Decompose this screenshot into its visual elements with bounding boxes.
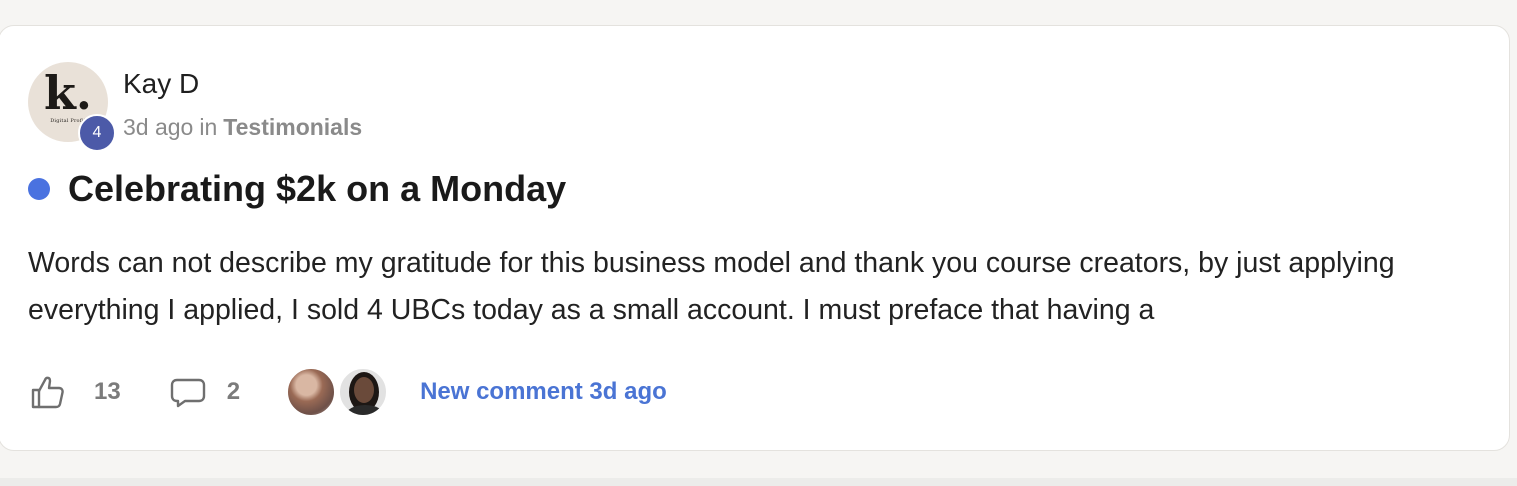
speech-bubble-icon[interactable] [169, 373, 207, 411]
category-link[interactable]: Testimonials [223, 114, 362, 140]
new-comment-link[interactable]: New comment 3d ago [420, 378, 667, 406]
commenter-avatar[interactable] [338, 367, 389, 417]
comment-count[interactable]: 2 [227, 378, 240, 406]
next-card-edge [0, 478, 1517, 486]
post-title[interactable]: Celebrating $2k on a Monday [68, 168, 566, 210]
in-label: in [199, 114, 218, 140]
post-meta: 3d ago in Testimonials [123, 114, 362, 141]
author-avatar[interactable]: k. Digital Profit 4 [28, 62, 116, 152]
title-row[interactable]: Celebrating $2k on a Monday [28, 168, 566, 210]
thumbs-up-icon[interactable] [28, 373, 66, 411]
post-time: 3d ago [123, 114, 194, 140]
post-card[interactable]: k. Digital Profit 4 Kay D 3d ago in Testim… [0, 25, 1510, 451]
avatar-logo-letter: k. [44, 66, 92, 120]
post-body[interactable]: Words can not describe my gratitude for … [28, 240, 1458, 334]
commenter-avatar[interactable] [286, 367, 337, 417]
post-actions: 13 2 New comment 3d ago [28, 366, 667, 418]
unread-indicator [28, 178, 50, 200]
recent-commenters[interactable] [286, 367, 389, 417]
author-name[interactable]: Kay D [123, 68, 199, 100]
level-badge: 4 [78, 114, 116, 152]
like-count[interactable]: 13 [94, 378, 121, 406]
